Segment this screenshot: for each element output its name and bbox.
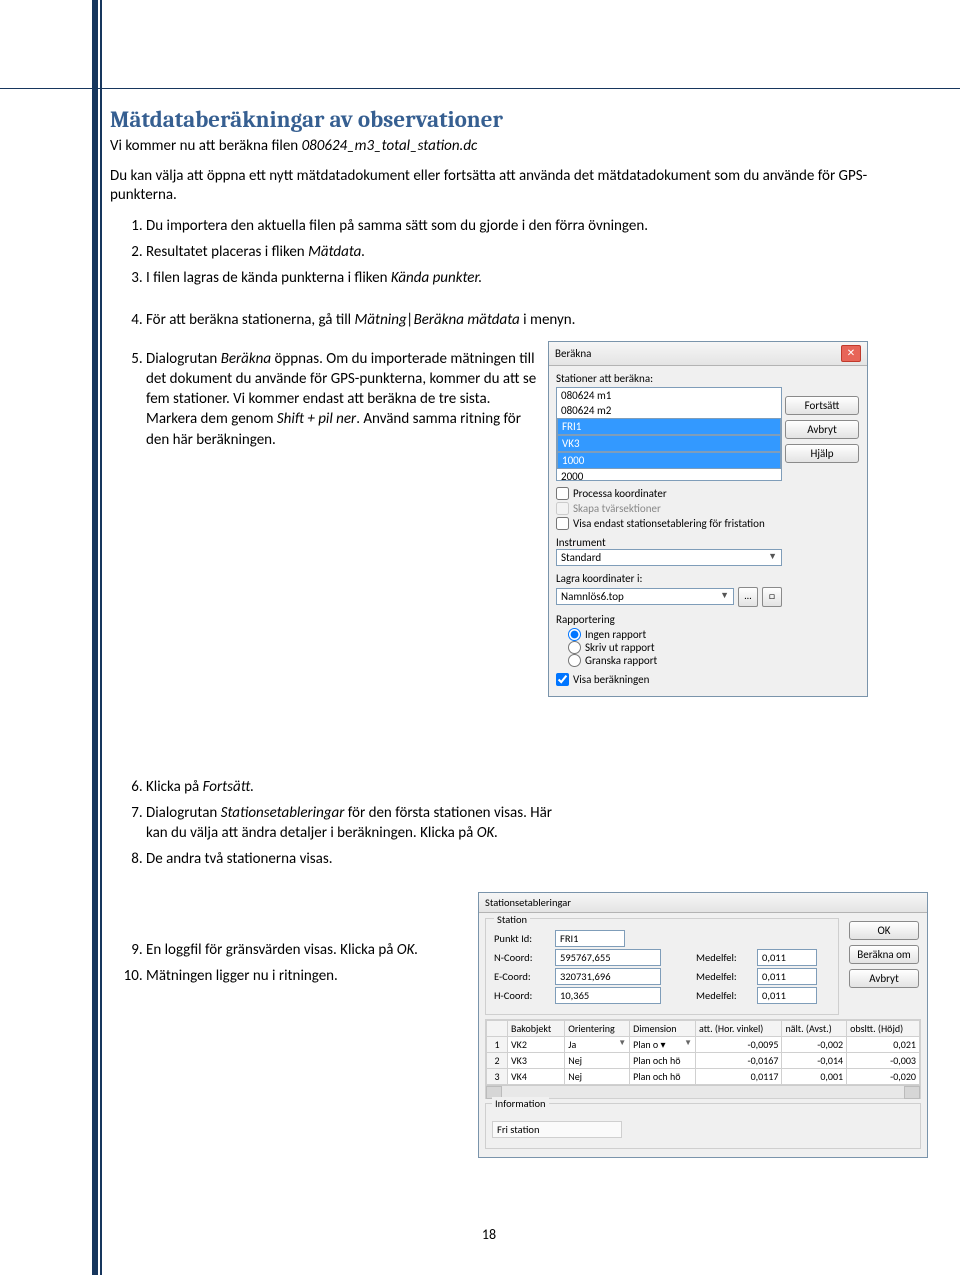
col-hor-vinkel: att. (Hor. vinkel): [696, 1021, 782, 1037]
n-coord-field[interactable]: 595767,655: [555, 949, 661, 966]
table-row[interactable]: 1 VK2 Ja▼ Plan o ▾▼ -0,0095 -0,002 0,021: [487, 1037, 920, 1053]
e-coord-label: E-Coord:: [494, 970, 550, 983]
rapportering-label: Rapportering: [556, 613, 782, 626]
information-value: Fri station: [492, 1121, 622, 1138]
fortsatt-button[interactable]: Fortsätt: [785, 396, 859, 415]
medelfel-label: Medelfel:: [696, 970, 752, 983]
table-row[interactable]: 3 VK4 Nej Plan och hö 0,0117 0,001 -0,02…: [487, 1069, 920, 1085]
avbryt-button[interactable]: Avbryt: [785, 420, 859, 439]
h-coord-field[interactable]: 10,365: [555, 987, 661, 1004]
list-item[interactable]: VK3: [557, 435, 781, 452]
chevron-down-icon: ▼: [684, 1038, 692, 1051]
list-item[interactable]: 080624 m1: [557, 388, 781, 403]
intro-line-1: Vi kommer nu att beräkna filen 080624_m3…: [110, 137, 868, 157]
col-bakobjekt: Bakobjekt: [508, 1021, 565, 1037]
step-5: Dialogrutan Beräkna öppnas. Om du import…: [146, 349, 540, 450]
col-avst: nält. (Avst.): [782, 1021, 847, 1037]
list-item[interactable]: 1000: [557, 452, 781, 469]
chevron-down-icon: ▼: [768, 551, 777, 564]
lagra-label: Lagra koordinater i:: [556, 572, 782, 585]
radio-ingen-rapport[interactable]: Ingen rapport: [568, 628, 782, 641]
radio-skriv-rapport[interactable]: Skriv ut rapport: [568, 641, 782, 654]
dialog2-title: Stationsetableringar: [479, 893, 927, 913]
step-8: De andra två stationerna visas.: [146, 849, 576, 869]
page-title: Mätdataberäkningar av observationer: [110, 106, 868, 133]
medelfel-h-field: 0,011: [757, 987, 817, 1004]
close-icon[interactable]: ✕: [841, 345, 861, 362]
step-7: Dialogrutan Stationsetableringar för den…: [146, 803, 576, 844]
step-3: I filen lagras de kända punkterna i flik…: [146, 268, 868, 288]
dialog-title: Beräkna: [555, 347, 591, 360]
checkbox-visa-berakning[interactable]: Visa beräkningen: [556, 673, 782, 686]
medelfel-n-field: 0,011: [757, 949, 817, 966]
step-2: Resultatet placeras i fliken Mätdata.: [146, 242, 868, 262]
intro-line-2: Du kan välja att öppna ett nytt mätdatad…: [110, 167, 868, 206]
chevron-down-icon: ▼: [618, 1038, 626, 1051]
station-group-label: Station: [494, 913, 530, 926]
table-row[interactable]: 2 VK3 Nej Plan och hö -0,0167 -0,014 -0,…: [487, 1053, 920, 1069]
hjalp-button[interactable]: Hjälp: [785, 444, 859, 463]
checkbox-visa-endast[interactable]: Visa endast stationsetablering för frist…: [556, 517, 782, 530]
step-1: Du importera den aktuella filen på samma…: [146, 216, 868, 236]
instrument-select[interactable]: Standard▼: [556, 549, 782, 566]
e-coord-field[interactable]: 320731,696: [555, 968, 661, 985]
dialog-berakna: Beräkna ✕ Stationer att beräkna: 080624 …: [548, 341, 868, 697]
page-number: 18: [110, 1226, 868, 1243]
col-orientering: Orientering: [565, 1021, 630, 1037]
list-item[interactable]: FRI1: [557, 418, 781, 435]
medelfel-label: Medelfel:: [696, 989, 752, 1002]
instrument-label: Instrument: [556, 536, 782, 549]
berakna-om-button[interactable]: Beräkna om: [849, 945, 919, 964]
stations-label: Stationer att beräkna:: [556, 372, 782, 385]
col-hojd: obsltt. (Höjd): [847, 1021, 920, 1037]
folder-button[interactable]: …: [738, 587, 758, 607]
step-9: En loggfil för gränsvärden visas. Klicka…: [146, 940, 506, 960]
h-coord-label: H-Coord:: [494, 989, 550, 1002]
observations-grid[interactable]: Bakobjekt Orientering Dimension att. (Ho…: [485, 1019, 921, 1099]
dialog-stationsetableringar: Stationsetableringar OK Beräkna om Avbry…: [478, 892, 928, 1158]
new-file-button[interactable]: □: [762, 587, 782, 607]
checkbox-processa[interactable]: Processa koordinater: [556, 487, 782, 500]
medelfel-e-field: 0,011: [757, 968, 817, 985]
dimension-cell[interactable]: Plan o ▾▼: [633, 1038, 692, 1051]
col-dimension: Dimension: [630, 1021, 696, 1037]
medelfel-label: Medelfel:: [696, 951, 752, 964]
n-coord-label: N-Coord:: [494, 951, 550, 964]
horizontal-scrollbar[interactable]: [486, 1085, 920, 1098]
list-item[interactable]: 080624 m2: [557, 403, 781, 418]
chevron-down-icon: ▼: [720, 590, 729, 603]
intro-text: Vi kommer nu att beräkna filen: [110, 137, 302, 155]
checkbox-skapa: Skapa tvärsektioner: [556, 502, 782, 515]
orientering-cell[interactable]: Ja▼: [568, 1038, 626, 1051]
step-6: Klicka på Fortsätt.: [146, 777, 576, 797]
intro-filename: 080624_m3_total_station.dc: [302, 137, 478, 155]
list-item[interactable]: 2000: [557, 469, 781, 481]
radio-granska-rapport[interactable]: Granska rapport: [568, 654, 782, 667]
step-10: Mätningen ligger nu i ritningen.: [146, 966, 506, 986]
ok-button[interactable]: OK: [849, 921, 919, 940]
information-label: Information: [492, 1097, 549, 1110]
step-4: För att beräkna stationerna, gå till Mät…: [146, 310, 868, 330]
stations-listbox[interactable]: 080624 m1 080624 m2 FRI1 VK3 1000 2000: [556, 387, 782, 481]
avbryt-button[interactable]: Avbryt: [849, 969, 919, 988]
punkt-id-label: Punkt Id:: [494, 932, 550, 945]
lagra-select[interactable]: Namnlös6.top▼: [556, 588, 734, 605]
punkt-id-field[interactable]: FRI1: [555, 930, 625, 947]
